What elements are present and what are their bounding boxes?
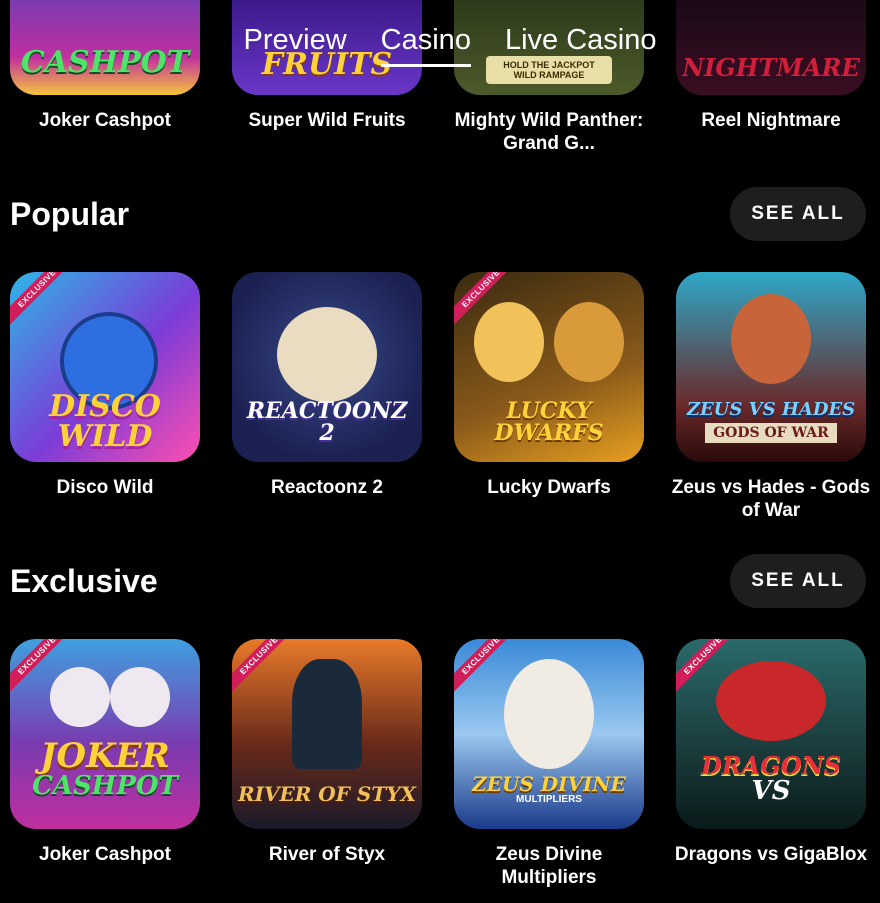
game-thumbnail: EXCLUSIVE RIVER OF STYX: [232, 639, 422, 829]
tab-casino[interactable]: Casino: [380, 20, 472, 67]
game-title: Joker Cashpot: [39, 844, 171, 865]
tab-preview[interactable]: Preview: [244, 20, 347, 64]
game-title: Reel Nightmare: [701, 110, 841, 131]
game-title: Joker Cashpot: [39, 110, 171, 131]
exclusive-section-header: Exclusive SEE ALL: [10, 554, 866, 608]
dwarf-icon: [474, 302, 544, 382]
tab-live-casino[interactable]: Live Casino: [505, 20, 657, 64]
game-tile-river-of-styx[interactable]: EXCLUSIVE RIVER OF STYX River of Styx: [232, 639, 422, 889]
see-all-button[interactable]: SEE ALL: [730, 554, 866, 608]
alien-icon: [277, 307, 377, 402]
zeus-icon: [504, 659, 594, 769]
game-thumbnail: EXCLUSIVE DISCO WILD: [10, 272, 200, 462]
see-all-button[interactable]: SEE ALL: [730, 187, 866, 241]
god-icon: [731, 294, 811, 384]
game-title: Zeus vs Hades - Gods of War: [671, 477, 871, 521]
game-tile-joker-cashpot[interactable]: EXCLUSIVE JOKER CASHPOT Joker Cashpot: [10, 639, 200, 889]
game-tile-lucky-dwarfs[interactable]: EXCLUSIVE LUCKY DWARFS Lucky Dwarfs: [454, 272, 644, 522]
casino-tab-bar: Preview Casino Live Casino: [0, 20, 880, 67]
dragon-icon: [716, 661, 826, 741]
popular-game-row: EXCLUSIVE DISCO WILD Disco Wild REACTOON…: [10, 272, 870, 522]
game-title: Super Wild Fruits: [248, 110, 406, 131]
jester-icon: [110, 667, 170, 727]
game-thumbnail: REACTOONZ 2: [232, 272, 422, 462]
game-title: River of Styx: [268, 844, 386, 865]
game-tile-zeus-vs-hades[interactable]: ZEUS VS HADES GODS OF WAR Zeus vs Hades …: [672, 272, 870, 522]
reaper-icon: [292, 659, 362, 769]
dwarf-icon: [554, 302, 624, 382]
game-title: Disco Wild: [56, 477, 154, 498]
game-tile-reactoonz-2[interactable]: REACTOONZ 2 Reactoonz 2: [232, 272, 422, 522]
popular-section-header: Popular SEE ALL: [10, 187, 866, 241]
game-tile-zeus-divine-multipliers[interactable]: EXCLUSIVE ZEUS DIVINE MULTIPLIERS Zeus D…: [454, 639, 644, 889]
jester-icon: [50, 667, 110, 727]
game-title: Zeus Divine Multipliers: [495, 844, 603, 888]
section-title: Exclusive: [10, 562, 158, 599]
game-thumbnail: ZEUS VS HADES GODS OF WAR: [676, 272, 866, 462]
game-thumbnail: EXCLUSIVE LUCKY DWARFS: [454, 272, 644, 462]
exclusive-game-row: EXCLUSIVE JOKER CASHPOT Joker Cashpot EX…: [10, 639, 867, 889]
game-thumbnail: EXCLUSIVE JOKER CASHPOT: [10, 639, 200, 829]
game-thumbnail: EXCLUSIVE ZEUS DIVINE MULTIPLIERS: [454, 639, 644, 829]
exclusive-badge: EXCLUSIVE: [232, 639, 299, 695]
game-title: Reactoonz 2: [271, 477, 383, 498]
game-title: Dragons vs GigaBlox: [674, 844, 868, 865]
game-title: Mighty Wild Panther: Grand G...: [454, 110, 644, 154]
game-thumbnail: EXCLUSIVE DRAGONS VS: [676, 639, 866, 829]
game-tile-disco-wild[interactable]: EXCLUSIVE DISCO WILD Disco Wild: [10, 272, 200, 522]
exclusive-badge: EXCLUSIVE: [10, 272, 77, 328]
section-title: Popular: [10, 195, 130, 232]
game-title: Lucky Dwarfs: [487, 477, 611, 498]
game-tile-dragons-vs-gigablox[interactable]: EXCLUSIVE DRAGONS VS Dragons vs GigaBlox: [675, 639, 867, 889]
